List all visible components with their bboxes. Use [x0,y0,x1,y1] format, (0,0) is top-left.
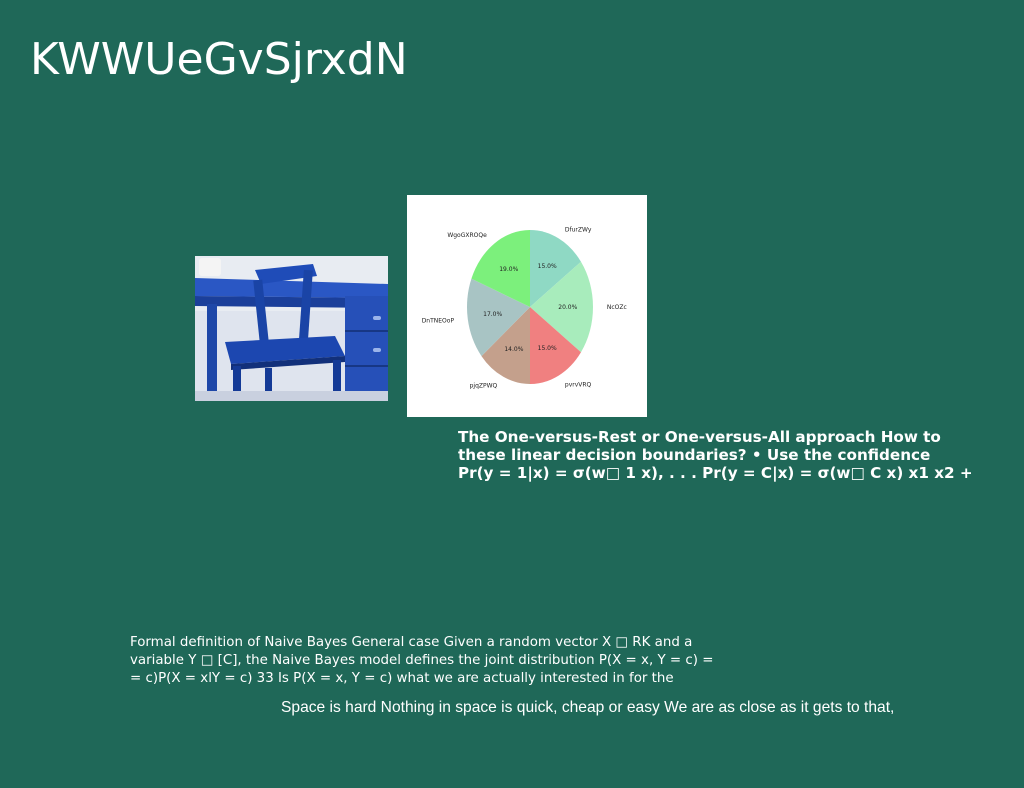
pie-category-label-NcOZc: NcOZc [607,304,627,311]
pie-category-label-DfurZWy: DfurZWy [565,226,592,233]
ovr-line-1: The One-versus-Rest or One-versus-All ap… [458,428,941,446]
nb-line-3: = c)P(X = xlY = c) 33 Is P(X = x, Y = c)… [130,671,674,686]
pie-chart-svg: 15.0% DfurZWy 20.0% NcOZc 15.0% pvrvVRQ 14.0% p… [422,226,627,390]
pie-pct-label-DfurZWy: 15.0% [538,263,557,270]
naive-bayes-text-block: Formal definition of Naive Bayes General… [130,634,750,688]
ovr-line-3: Pr(y = 1|x) = σ(w□ 1 x), . . . Pr(y = C|… [458,464,973,482]
pie-category-label-pjqZPWQ: pjqZPWQ [470,383,498,390]
desk-chair-illustration [195,256,388,401]
ovr-line-2: these linear decision boundaries? • Use … [458,446,931,464]
pie-category-label-DnTNEOoP: DnTNEOoP [422,318,455,325]
pie-category-label-WgoGXROQe: WgoGXROQe [447,232,487,239]
ovr-text-block: The One-versus-Rest or One-versus-All ap… [458,428,1024,482]
desk-chair-photo [195,256,388,401]
slide-title: KWWUeGvSjrxdN [30,34,408,85]
pie-pct-label-NcOZc: 20.0% [558,304,577,311]
nb-line-1: Formal definition of Naive Bayes General… [130,635,693,650]
nb-line-2: variable Y □ [C], the Naive Bayes model … [130,653,714,668]
pie-category-label-pvrvVRQ: pvrvVRQ [565,382,592,389]
space-quote-line: Space is hard Nothing in space is quick,… [281,699,895,716]
pie-pct-label-DnTNEOoP: 17.0% [483,311,502,318]
pie-pct-label-pjqZPWQ: 14.0% [504,346,523,353]
pie-pct-label-pvrvVRQ: 15.0% [538,345,557,352]
pie-pct-label-WgoGXROQe: 19.0% [499,266,518,273]
pie-chart: 15.0% DfurZWy 20.0% NcOZc 15.0% pvrvVRQ 14.0% p… [407,195,647,417]
